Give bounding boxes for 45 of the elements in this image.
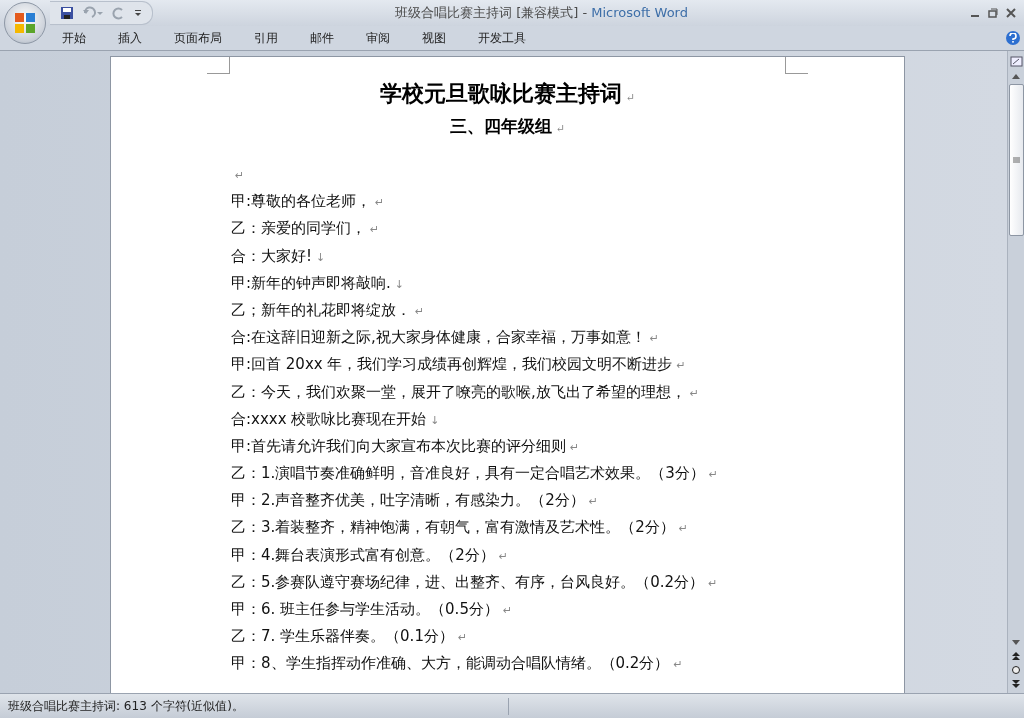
scroll-up-icon[interactable]: [1011, 72, 1021, 80]
document-title: 学校元旦歌咏比赛主持词 ↵: [378, 79, 637, 108]
scrollbar-thumb[interactable]: [1008, 84, 1024, 236]
document-paragraph: 乙：今天，我们欢聚一堂，展开了嘹亮的歌喉,放飞出了希望的理想， ↵: [231, 381, 700, 403]
office-logo-icon: [14, 12, 36, 34]
previous-page-icon[interactable]: [1011, 651, 1021, 661]
ribbon-tab[interactable]: 插入: [106, 26, 154, 50]
office-button[interactable]: [4, 2, 46, 44]
document-paragraph: 乙：7. 学生乐器伴奏。（0.1分） ↵: [231, 626, 469, 648]
document-paragraph: 乙：1.演唱节奏准确鲜明，音准良好，具有一定合唱艺术效果。（3分） ↵: [231, 463, 720, 485]
customize-toolbar-icon[interactable]: [134, 9, 142, 17]
document-paragraph: 甲：8、学生指挥动作准确、大方，能调动合唱队情绪。（0.2分） ↵: [231, 653, 684, 675]
document-paragraph: 甲:回首 20xx 年，我们学习成绩再创辉煌，我们校园文明不断进步 ↵: [231, 354, 687, 376]
document-paragraph: 甲：6. 班主任参与学生活动。（0.5分） ↵: [231, 599, 514, 620]
document-paragraph: 乙：5.参赛队遵守赛场纪律，进、出整齐、有序，台风良好。（0.2分） ↵: [231, 571, 719, 593]
ribbon-tab[interactable]: 页面布局: [162, 26, 234, 50]
scroll-down-icon[interactable]: [1011, 639, 1021, 647]
document-paragraph: 合:xxxx 校歌咏比赛现在开始 ↓: [231, 408, 441, 430]
document-subtitle: 三、四年级组 ↵: [448, 115, 567, 138]
document-paragraph: 乙；新年的礼花即将绽放． ↵: [231, 299, 426, 321]
document-paragraph: 乙：亲爱的同学们， ↵: [231, 218, 381, 240]
document-paragraph: 甲:新年的钟声即将敲响. ↓: [231, 272, 406, 294]
restore-icon[interactable]: [988, 8, 998, 18]
document-paragraph: 甲:首先请允许我们向大家宣布本次比赛的评分细则 ↵: [231, 435, 581, 457]
document-paragraph: 合:在这辞旧迎新之际,祝大家身体健康，合家幸福，万事如意！ ↵: [231, 327, 661, 349]
ribbon-tab[interactable]: 视图: [410, 26, 458, 50]
window-title: 班级合唱比赛主持词 [兼容模式] - Microsoft Word: [395, 4, 688, 22]
document-paragraph: 合：大家好! ↓: [231, 245, 327, 267]
browse-object-icon[interactable]: [1011, 665, 1021, 675]
save-icon[interactable]: [60, 6, 74, 20]
ribbon-tab[interactable]: 开始: [50, 26, 98, 50]
document-paragraph: 乙：3.着装整齐，精神饱满，有朝气，富有激情及艺术性。（2分） ↵: [231, 517, 690, 539]
close-icon[interactable]: [1006, 8, 1016, 18]
status-text: 班级合唱比赛主持词: 613 个字符(近似值)。: [0, 697, 509, 715]
ribbon-tab[interactable]: 审阅: [354, 26, 402, 50]
ruler-toggle-icon[interactable]: [1009, 55, 1023, 68]
ribbon-tab[interactable]: 开发工具: [466, 26, 538, 50]
document-paragraph: 甲:尊敬的各位老师， ↵: [231, 191, 386, 213]
next-page-icon[interactable]: [1011, 679, 1021, 689]
ribbon-tab[interactable]: 引用: [242, 26, 290, 50]
document-paragraph: 甲：4.舞台表演形式富有创意。（2分） ↵: [231, 544, 510, 566]
document-paragraph: 甲：2.声音整齐优美，吐字清晰，有感染力。（2分） ↵: [231, 490, 600, 512]
ribbon-tab[interactable]: 邮件: [298, 26, 346, 50]
help-icon[interactable]: [1006, 31, 1020, 45]
document-paragraph: ↵: [234, 168, 246, 184]
